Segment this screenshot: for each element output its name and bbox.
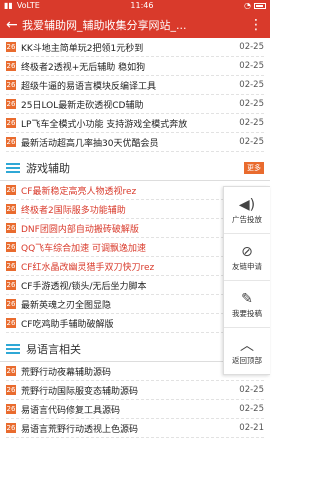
battery-icon [254, 3, 266, 9]
back-to-top-button[interactable]: ︿ 返回顶部 [224, 328, 270, 374]
list-item[interactable]: 26 KK斗地主简单玩2把领1元秒到 02-25 [6, 38, 264, 57]
carrier-label: VoLTE [16, 1, 40, 10]
number-badge: 26 [6, 385, 16, 395]
title-bar: ← 我爱辅助网_辅助收集分享网站_... ⋮ [0, 12, 270, 38]
submit-post-button[interactable]: ✎ 我要投稿 [224, 281, 270, 328]
number-badge: 26 [6, 299, 16, 309]
link-icon: ⊘ [241, 243, 253, 260]
item-date: 02-25 [239, 61, 264, 71]
item-date: 02-25 [239, 404, 264, 414]
list-icon [6, 163, 20, 173]
clock: 11:46 [130, 1, 154, 10]
page-title: 我爱辅助网_辅助收集分享网站_... [22, 19, 187, 32]
top-article-list: 26 KK斗地主简单玩2把领1元秒到 02-25 26 终极者2透视+无后辅助 稳如狗… [0, 38, 270, 152]
number-badge: 26 [6, 80, 16, 90]
number-badge: 26 [6, 185, 16, 195]
list-item[interactable]: 26 超级牛逼的易语言模块反编译工具 02-25 [6, 76, 264, 95]
pencil-icon: ✎ [241, 290, 253, 307]
number-badge: 26 [6, 423, 16, 433]
number-badge: 26 [6, 137, 16, 147]
number-badge: 26 [6, 61, 16, 71]
item-date: 02-25 [239, 99, 264, 109]
item-date: 02-21 [239, 423, 264, 433]
float-label: 返回顶部 [232, 355, 262, 365]
number-badge: 26 [6, 223, 16, 233]
list-item[interactable]: 26 25日LOL最新走砍透视CD辅助 02-25 [6, 95, 264, 114]
number-badge: 26 [6, 318, 16, 328]
item-date: 02-25 [239, 80, 264, 90]
list-icon [6, 344, 20, 354]
item-title[interactable]: 超级牛逼的易语言模块反编译工具 [21, 79, 234, 92]
section-title: 易语言相关 [26, 343, 81, 356]
wifi-icon: ◔ [244, 1, 251, 10]
item-title[interactable]: 荒野行动夜幕辅助源码 [21, 365, 234, 378]
number-badge: 26 [6, 404, 16, 414]
number-badge: 26 [6, 99, 16, 109]
list-item[interactable]: 26 最新活动超高几率抽30天优酷会员 02-25 [6, 133, 264, 152]
item-title[interactable]: 最新活动超高几率抽30天优酷会员 [21, 136, 234, 149]
number-badge: 26 [6, 242, 16, 252]
floating-action-panel: ◀) 广告投放 ⊘ 友链申请 ✎ 我要投稿 ︿ 返回顶部 [223, 186, 270, 375]
number-badge: 26 [6, 204, 16, 214]
float-label: 广告投放 [232, 214, 262, 224]
item-title[interactable]: 荒野行动国际服变态辅助源码 [21, 384, 234, 397]
float-label: 我要投稿 [232, 308, 262, 318]
item-title[interactable]: LP飞车全模式小功能 支持游戏全模式奔放 [21, 117, 234, 130]
item-date: 02-25 [239, 42, 264, 52]
list-item[interactable]: 26 终极者2透视+无后辅助 稳如狗 02-25 [6, 57, 264, 76]
section-title: 游戏辅助 [26, 162, 70, 175]
list-item[interactable]: 26 LP飞车全模式小功能 支持游戏全模式奔放 02-25 [6, 114, 264, 133]
signal-icon: ▮▮ [4, 1, 13, 10]
item-title[interactable]: 终极者2透视+无后辅助 稳如狗 [21, 60, 234, 73]
float-label: 友链申请 [232, 261, 262, 271]
item-date: 02-25 [239, 385, 264, 395]
link-apply-button[interactable]: ⊘ 友链申请 [224, 234, 270, 281]
number-badge: 26 [6, 42, 16, 52]
list-item[interactable]: 26 荒野行动国际服变态辅助源码 02-25 [6, 381, 264, 400]
number-badge: 26 [6, 366, 16, 376]
number-badge: 26 [6, 280, 16, 290]
number-badge: 26 [6, 118, 16, 128]
item-date: 02-25 [239, 137, 264, 147]
item-title[interactable]: 易语言代码修复工具源码 [21, 403, 234, 416]
more-button[interactable]: 更多 [244, 162, 264, 174]
speaker-icon: ◀) [238, 196, 256, 213]
number-badge: 26 [6, 261, 16, 271]
more-menu-icon[interactable]: ⋮ [248, 17, 264, 33]
chevron-up-icon: ︿ [240, 337, 254, 354]
item-title[interactable]: 易语言荒野行动透视上色源码 [21, 422, 234, 435]
section-header-game-assist: 游戏辅助 更多 [0, 156, 270, 181]
ad-placement-button[interactable]: ◀) 广告投放 [224, 187, 270, 234]
list-item[interactable]: 26 易语言荒野行动透视上色源码 02-21 [6, 419, 264, 438]
list-item[interactable]: 26 易语言代码修复工具源码 02-25 [6, 400, 264, 419]
item-title[interactable]: KK斗地主简单玩2把领1元秒到 [21, 41, 234, 54]
item-title[interactable]: 25日LOL最新走砍透视CD辅助 [21, 98, 234, 111]
item-date: 02-25 [239, 118, 264, 128]
back-arrow-icon[interactable]: ← [6, 17, 22, 33]
status-bar: ▮▮ VoLTE 11:46 ◔ [0, 0, 270, 12]
